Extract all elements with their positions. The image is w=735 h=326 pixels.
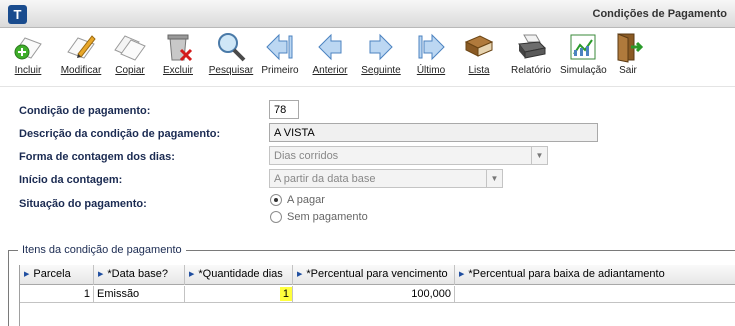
chevron-down-icon[interactable]: ▼ — [531, 147, 547, 164]
book-list-icon — [464, 35, 494, 57]
chevron-down-icon[interactable]: ▼ — [486, 170, 502, 187]
inicio-contagem-select[interactable]: A partir da data base ▼ — [269, 169, 503, 188]
excluir-button[interactable]: Excluir — [160, 30, 196, 86]
itens-grid[interactable]: ▶ Parcela ▶ *Data base? ▶ *Quantidade dias … — [19, 265, 735, 326]
anterior-button[interactable]: Anterior — [310, 30, 350, 86]
situacao-radio-sem-pagamento[interactable]: Sem pagamento — [270, 211, 368, 224]
edit-document-icon — [67, 35, 96, 59]
forma-contagem-value: Dias corridos — [274, 150, 339, 162]
forma-contagem-select[interactable]: Dias corridos ▼ — [269, 146, 548, 165]
inicio-contagem-value: A partir da data base — [274, 173, 376, 185]
forma-contagem-label: Forma de contagem dos dias: — [19, 151, 175, 163]
window-title: Condições de Pagamento — [592, 8, 727, 20]
col-header-data-base[interactable]: ▶ *Data base? — [94, 265, 185, 285]
seguinte-button[interactable]: Seguinte — [360, 30, 402, 86]
toolbar: Incluir Modificar Copiar Excluir Pesquis… — [0, 28, 735, 87]
radio-checked-icon — [270, 194, 282, 207]
magnifier-icon — [218, 33, 246, 62]
cell-data-base[interactable]: Emissão — [94, 286, 185, 303]
grid-header: ▶ Parcela ▶ *Data base? ▶ *Quantidade dias … — [20, 265, 735, 285]
copy-document-icon — [114, 35, 146, 61]
descricao-label: Descrição da condição de pagamento: — [19, 128, 221, 140]
codigo-input[interactable]: 78 — [269, 100, 299, 119]
last-record-icon — [418, 33, 445, 61]
sort-triangle-icon: ▶ — [189, 271, 195, 278]
pesquisar-button[interactable]: Pesquisar — [208, 30, 254, 86]
ultimo-button[interactable]: Último — [412, 30, 450, 86]
simulacao-button[interactable]: Simulação — [560, 30, 607, 86]
col-header-percentual-baixa[interactable]: ▶ *Percentual para baixa de adiantamento — [455, 265, 735, 285]
col-header-percentual-vencimento[interactable]: ▶ *Percentual para vencimento — [293, 265, 455, 285]
app-logo-icon: T — [8, 5, 27, 24]
primeiro-button[interactable]: Primeiro — [260, 30, 300, 86]
next-record-icon — [369, 33, 393, 61]
exit-door-icon — [617, 33, 644, 63]
trash-icon — [167, 34, 193, 62]
new-document-icon — [14, 37, 42, 60]
codigo-label: Condição de pagamento: — [19, 105, 151, 117]
cell-quantidade-dias[interactable]: 1 — [185, 286, 293, 303]
descricao-input[interactable]: A VISTA — [269, 123, 598, 142]
cell-percentual-baixa[interactable] — [455, 286, 735, 303]
title-bar: T Condições de Pagamento — [0, 0, 735, 28]
inicio-contagem-label: Início da contagem: — [19, 174, 123, 186]
sort-triangle-icon: ▶ — [98, 271, 104, 278]
col-header-parcela[interactable]: ▶ Parcela — [20, 265, 94, 285]
printer-icon — [518, 34, 547, 59]
itens-group-title: Itens da condição de pagamento — [18, 244, 186, 256]
group-border-left — [8, 250, 9, 326]
previous-record-icon — [318, 33, 342, 61]
relatorio-button[interactable]: Relatório — [508, 30, 554, 86]
sair-button[interactable]: Sair — [612, 30, 644, 86]
chart-simulation-icon — [570, 34, 596, 60]
radio-unchecked-icon — [270, 211, 282, 224]
incluir-button[interactable]: Incluir — [10, 30, 46, 86]
first-record-icon — [266, 33, 293, 61]
sort-triangle-icon: ▶ — [297, 271, 303, 278]
cell-parcela[interactable]: 1 — [20, 286, 94, 303]
sort-triangle-icon: ▶ — [24, 271, 30, 278]
cell-percentual-vencimento[interactable]: 100,000 — [293, 286, 455, 303]
modificar-button[interactable]: Modificar — [58, 30, 104, 86]
situacao-label: Situação do pagamento: — [19, 198, 147, 210]
col-header-quantidade-dias[interactable]: ▶ *Quantidade dias — [185, 265, 293, 285]
sort-triangle-icon: ▶ — [459, 271, 465, 278]
cell-quantidade-dias-value: 1 — [279, 287, 292, 301]
lista-button[interactable]: Lista — [460, 30, 498, 86]
copiar-button[interactable]: Copiar — [112, 30, 148, 86]
situacao-radio-a-pagar[interactable]: A pagar — [270, 194, 325, 207]
